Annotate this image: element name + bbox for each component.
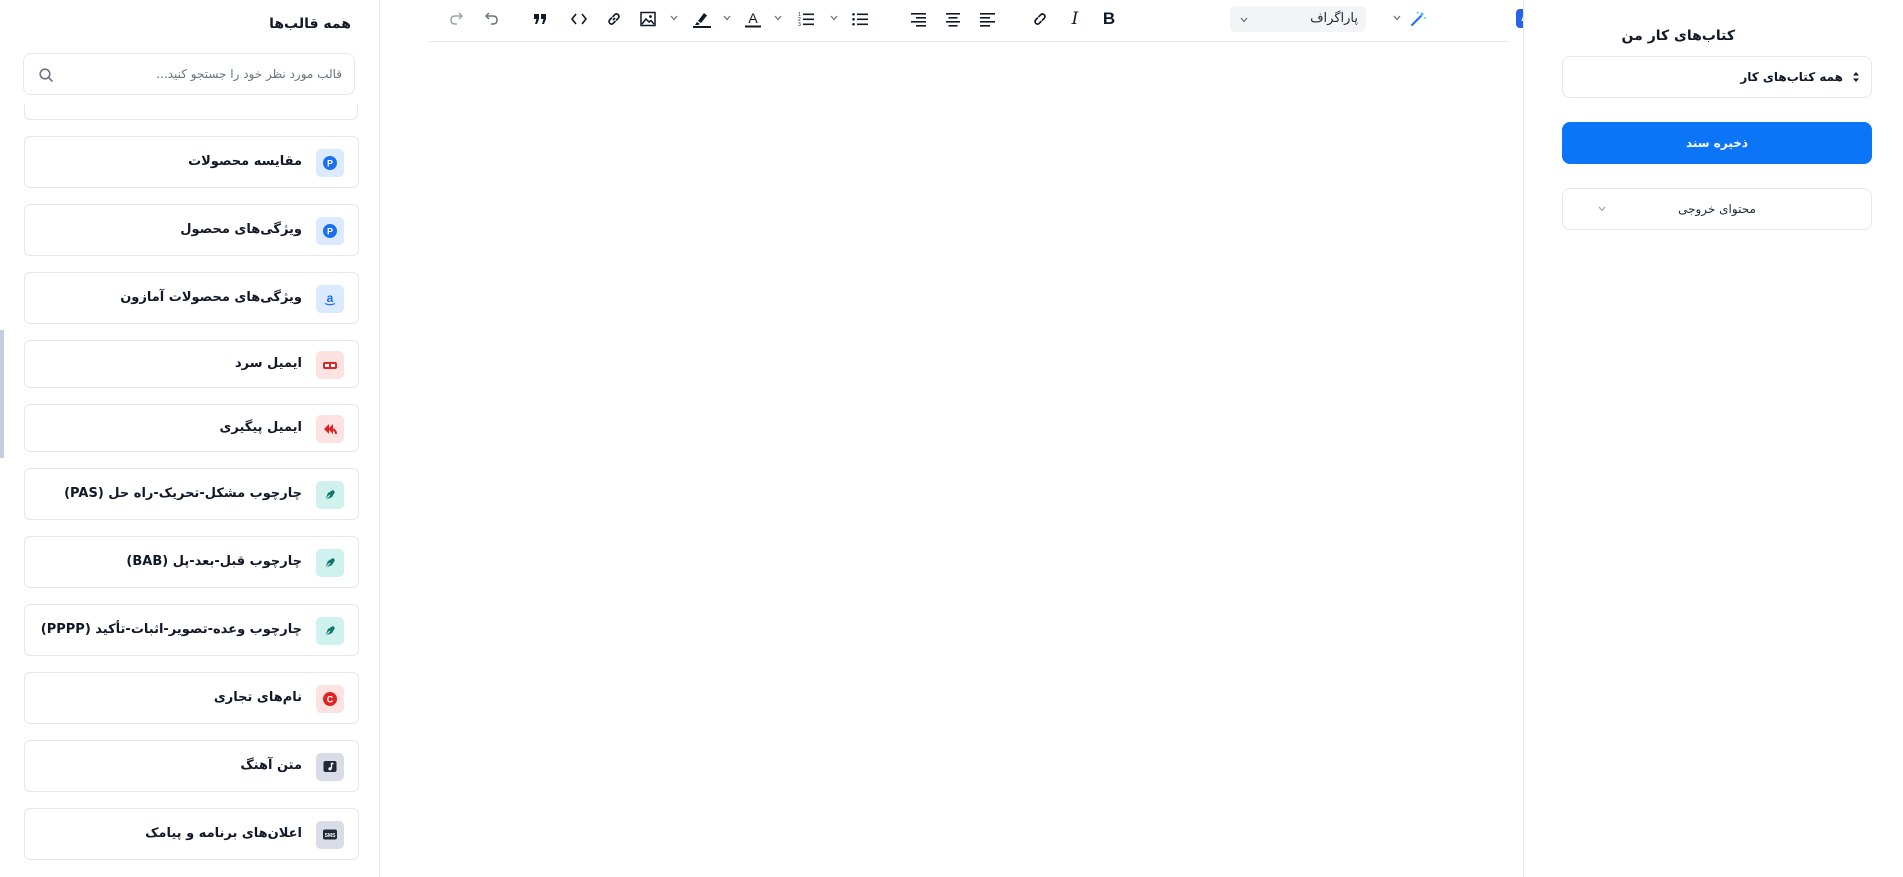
mailbox-icon bbox=[316, 351, 344, 379]
template-card-pppp[interactable]: چارچوب وعده-تصویر-اثبات-تأکید (PPPP) bbox=[24, 604, 359, 656]
align-right-icon[interactable] bbox=[907, 8, 929, 30]
pen-nib-icon bbox=[316, 481, 344, 509]
template-label: ایمیل سرد bbox=[234, 356, 302, 371]
workbooks-title: کتاب‌های کار من bbox=[1621, 28, 1735, 44]
chevron-down-icon bbox=[1598, 206, 1606, 212]
italic-icon[interactable]: I bbox=[1064, 8, 1086, 30]
magic-wand-icon[interactable] bbox=[1407, 8, 1429, 30]
music-note-icon bbox=[316, 753, 344, 781]
image-icon[interactable] bbox=[637, 8, 659, 30]
workbook-panel: کتاب‌های کار من همه کتاب‌های کار ذخیره س… bbox=[1523, 0, 1903, 877]
undo-icon[interactable] bbox=[480, 8, 502, 30]
chevron-down-icon[interactable] bbox=[773, 13, 783, 23]
output-content-label: محتوای خروجی bbox=[1678, 202, 1756, 216]
redo-icon[interactable] bbox=[446, 8, 468, 30]
template-card-song-lyrics[interactable]: متن آهنگ bbox=[24, 740, 359, 792]
template-card-product-comparison[interactable]: P مقایسه محصولات bbox=[24, 136, 359, 188]
ordered-list-icon[interactable]: 123 bbox=[795, 8, 817, 30]
template-label: متن آهنگ bbox=[240, 758, 302, 773]
template-card-amazon-features[interactable]: a ویژگی‌های محصولات آمازون bbox=[24, 272, 359, 324]
pen-nib-icon bbox=[316, 549, 344, 577]
template-label: چارچوب مشکل-تحریک-راه حل (PAS) bbox=[64, 486, 302, 501]
chevron-down-icon[interactable] bbox=[722, 13, 732, 23]
svg-text:3: 3 bbox=[798, 22, 801, 28]
editor-toolbar: A 123 I B پاراگراف bbox=[429, 0, 1537, 42]
workbook-select[interactable]: همه کتاب‌های کار bbox=[1562, 56, 1872, 98]
template-label: ویژگی‌های محصولات آمازون bbox=[120, 290, 302, 305]
document-editor: A 123 I B پاراگراف bbox=[381, 0, 1537, 877]
template-card-pas[interactable]: چارچوب مشکل-تحریک-راه حل (PAS) bbox=[24, 468, 359, 520]
scroll-indicator[interactable] bbox=[0, 330, 4, 458]
output-content-select[interactable]: محتوای خروجی bbox=[1562, 188, 1872, 230]
template-label: چارچوب وعده-تصویر-اثبات-تأکید (PPPP) bbox=[40, 622, 302, 637]
template-label: ویژگی‌های محصول bbox=[180, 222, 302, 237]
template-label: مقایسه محصولات bbox=[188, 154, 302, 169]
template-card-partial[interactable] bbox=[24, 104, 358, 120]
sms-icon: SMS bbox=[316, 821, 344, 849]
template-label: ایمیل پیگیری bbox=[219, 420, 302, 435]
template-label: چارچوب قبل-بعد-پل (BAB) bbox=[126, 554, 302, 569]
paragraph-style-label: پاراگراف bbox=[1310, 11, 1358, 26]
chevron-down-icon[interactable] bbox=[829, 13, 839, 23]
bullet-list-icon[interactable] bbox=[849, 8, 871, 30]
template-label: اعلان‌های برنامه و پیامک bbox=[145, 826, 302, 841]
p-icon: P bbox=[316, 149, 344, 177]
reply-all-icon bbox=[316, 415, 344, 443]
svg-text:SMS: SMS bbox=[325, 833, 337, 839]
font-color-icon[interactable]: A bbox=[742, 8, 764, 30]
code-icon[interactable] bbox=[568, 8, 590, 30]
template-card-follow-up-email[interactable]: ایمیل پیگیری bbox=[24, 404, 359, 452]
template-panel: همه قالب‌ها P مقایسه محصولات P ویژگی‌های… bbox=[0, 0, 380, 877]
pen-nib-icon bbox=[316, 617, 344, 645]
svg-text:a: a bbox=[327, 291, 334, 305]
svg-text:P: P bbox=[327, 227, 333, 237]
svg-text:P: P bbox=[327, 159, 333, 169]
sort-arrows-icon bbox=[1853, 72, 1859, 82]
template-card-brand-names[interactable]: C نام‌های تجاری bbox=[24, 672, 359, 724]
templates-title: همه قالب‌ها bbox=[269, 16, 351, 32]
c-circle-icon: C bbox=[316, 685, 344, 713]
template-search-input[interactable] bbox=[70, 54, 342, 94]
bold-icon[interactable]: B bbox=[1098, 8, 1120, 30]
highlight-icon[interactable] bbox=[691, 8, 713, 30]
quote-icon[interactable] bbox=[529, 8, 551, 30]
p-icon: P bbox=[316, 217, 344, 245]
amazon-icon: a bbox=[316, 285, 344, 313]
editor-content-area[interactable] bbox=[429, 44, 1509, 864]
search-icon[interactable] bbox=[38, 67, 54, 83]
align-center-icon[interactable] bbox=[942, 8, 964, 30]
template-card-product-features[interactable]: P ویژگی‌های محصول bbox=[24, 204, 359, 256]
save-document-button[interactable]: ذخیره سند bbox=[1562, 122, 1872, 164]
template-card-cold-email[interactable]: ایمیل سرد bbox=[24, 340, 359, 388]
unlink-icon[interactable] bbox=[1029, 8, 1051, 30]
template-label: نام‌های تجاری bbox=[213, 690, 302, 705]
chevron-down-icon[interactable] bbox=[669, 13, 679, 23]
svg-text:A: A bbox=[748, 10, 758, 26]
template-search-box[interactable] bbox=[23, 53, 355, 95]
workbook-select-value: همه کتاب‌های کار bbox=[1740, 70, 1843, 84]
svg-text:C: C bbox=[327, 695, 334, 705]
template-card-bab[interactable]: چارچوب قبل-بعد-پل (BAB) bbox=[24, 536, 359, 588]
paragraph-style-select[interactable]: پاراگراف bbox=[1230, 6, 1366, 32]
chevron-down-icon bbox=[1240, 17, 1248, 23]
link-icon[interactable] bbox=[603, 8, 625, 30]
template-card-app-sms[interactable]: SMS اعلان‌های برنامه و پیامک bbox=[24, 808, 359, 860]
chevron-down-icon[interactable] bbox=[1392, 13, 1402, 23]
align-left-icon[interactable] bbox=[977, 8, 999, 30]
